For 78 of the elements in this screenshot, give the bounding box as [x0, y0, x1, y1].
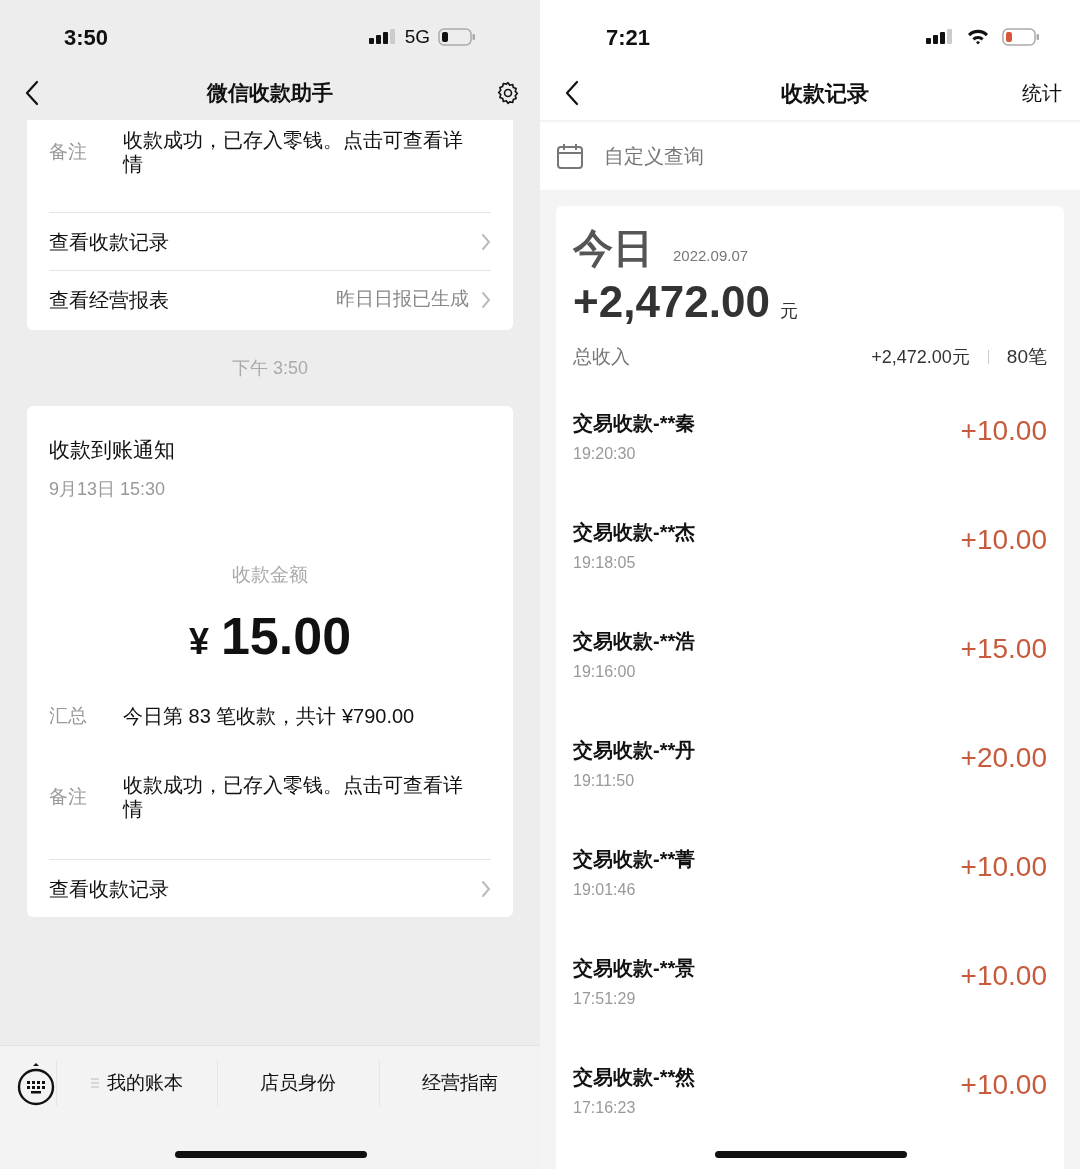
chevron-right-icon — [481, 232, 491, 251]
amount-value: 15.00 — [220, 606, 352, 667]
transaction-count: 80笔 — [1006, 345, 1047, 369]
signal-icon — [926, 28, 954, 46]
transaction-name: 交易收款-**秦 — [573, 410, 696, 436]
back-icon — [565, 80, 579, 106]
transaction-amount: +20.00 — [960, 740, 1047, 775]
date-label: 2022.09.07 — [673, 245, 749, 266]
list-row[interactable]: 查看收款记录 — [49, 212, 491, 270]
menu-tab[interactable]: 我的账本 — [56, 1060, 218, 1106]
transaction-time: 19:01:46 — [573, 879, 637, 900]
wifi-icon — [966, 28, 990, 46]
battery-icon — [1002, 28, 1040, 46]
card-datetime: 9月13日 15:30 — [48, 477, 167, 501]
transaction-name: 交易收款-**丹 — [573, 737, 696, 763]
amount-label: 收款金额 — [231, 562, 309, 587]
page-title: 微信收款助手 — [205, 80, 334, 107]
calendar-icon — [556, 142, 584, 170]
currency-unit: 元 — [779, 300, 798, 323]
transaction-amount: +10.00 — [960, 1067, 1047, 1102]
transaction-time: 17:16:23 — [573, 1097, 637, 1118]
settings-icon — [495, 80, 521, 106]
transaction-row[interactable]: 交易收款-**丹 19:11:50 +20.00 — [573, 718, 1047, 828]
field-label: 汇总 — [49, 703, 88, 728]
chevron-right-icon — [481, 290, 491, 309]
field-label: 备注 — [49, 784, 88, 809]
menu-tab[interactable]: 店员身份 — [217, 1060, 379, 1106]
transaction-row[interactable]: 交易收款-**然 17:16:23 +10.00 — [573, 1045, 1047, 1155]
transaction-amount: +15.00 — [960, 631, 1047, 666]
transaction-row[interactable]: 交易收款-**秦 19:20:30 +10.00 — [573, 391, 1047, 501]
transaction-time: 19:18:05 — [573, 552, 637, 573]
row-label: 查看经营报表 — [49, 287, 169, 313]
custom-query-button[interactable]: 自定义查询 — [540, 122, 1080, 190]
transaction-row[interactable]: 交易收款-**浩 19:16:00 +15.00 — [573, 609, 1047, 719]
battery-icon — [438, 28, 476, 46]
transaction-time: 19:11:50 — [573, 770, 636, 791]
total-amount: +2,472.00 — [573, 280, 770, 324]
transaction-name: 交易收款-**景 — [573, 955, 696, 981]
day-label: 今日 — [573, 228, 653, 268]
field-value: 收款成功，已存入零钱。点击可查看详情 — [123, 773, 464, 821]
row-label: 查看收款记录 — [49, 876, 169, 902]
page-title: 收款记录 — [780, 79, 870, 108]
menu-icon — [91, 1078, 100, 1088]
transaction-time: 17:51:29 — [573, 988, 637, 1009]
transaction-amount: +10.00 — [960, 958, 1047, 993]
field-value: 今日第 83 笔收款，共计 ¥790.00 — [123, 704, 415, 729]
signal-icon — [368, 28, 397, 46]
transaction-name: 交易收款-**然 — [573, 1064, 696, 1090]
keyboard-button[interactable] — [16, 1060, 56, 1106]
field-value: 收款成功，已存入零钱。点击可查看详情 — [123, 128, 464, 176]
income-label: 总收入 — [573, 345, 630, 369]
card-title: 收款到账通知 — [48, 437, 176, 463]
list-row[interactable]: 查看经营报表 昨日日报已生成 — [49, 270, 491, 328]
transaction-name: 交易收款-**杰 — [573, 519, 696, 545]
status-time: 7:21 — [606, 23, 651, 52]
transaction-time: 19:16:00 — [573, 661, 637, 682]
transaction-amount: +10.00 — [960, 522, 1047, 557]
row-value: 昨日日报已生成 — [336, 287, 469, 312]
transaction-name: 交易收款-**菁 — [573, 846, 696, 872]
row-label: 查看收款记录 — [49, 229, 169, 255]
transaction-row[interactable]: 交易收款-**菁 19:01:46 +10.00 — [573, 827, 1047, 937]
transaction-row[interactable]: 交易收款-**杰 19:18:05 +10.00 — [573, 500, 1047, 610]
transaction-amount: +10.00 — [960, 413, 1047, 448]
field-label: 备注 — [49, 139, 88, 164]
message-time: 下午 3:50 — [231, 356, 308, 380]
statistics-link[interactable]: 统计 — [1022, 78, 1062, 108]
list-row[interactable]: 查看收款记录 — [49, 859, 491, 917]
transaction-row[interactable]: 交易收款-**景 17:51:29 +10.00 — [573, 936, 1047, 1046]
income-total: +2,472.00元 — [871, 345, 970, 369]
transaction-amount: +10.00 — [960, 849, 1047, 884]
back-icon — [25, 80, 39, 106]
status-time: 3:50 — [64, 23, 109, 52]
menu-tab[interactable]: 经营指南 — [378, 1060, 540, 1106]
network-label: 5G — [404, 24, 430, 49]
chevron-right-icon — [481, 879, 491, 898]
currency-symbol: ¥ — [188, 620, 209, 664]
transaction-name: 交易收款-**浩 — [573, 628, 696, 654]
transaction-time: 19:20:30 — [573, 443, 637, 464]
